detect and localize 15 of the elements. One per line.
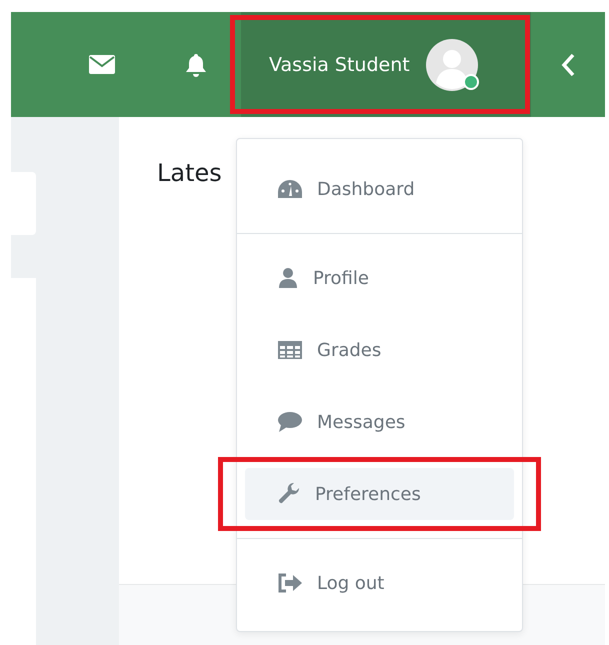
chevron-left-icon bbox=[561, 52, 575, 76]
user-icon bbox=[277, 267, 299, 289]
wrench-icon bbox=[277, 482, 301, 506]
gauge-icon bbox=[277, 179, 303, 199]
logout-icon bbox=[277, 573, 303, 593]
avatar-icon bbox=[426, 38, 478, 90]
speech-bubble-icon bbox=[277, 411, 303, 433]
menu-item[interactable]: Dashboard bbox=[245, 163, 514, 215]
table-icon bbox=[277, 340, 303, 360]
menu-item[interactable]: Grades bbox=[245, 324, 514, 376]
section-heading: Lates bbox=[157, 159, 222, 187]
menu-item[interactable]: Messages bbox=[245, 396, 514, 448]
menu-item[interactable]: Log out bbox=[245, 557, 514, 609]
menu-item[interactable]: Profile bbox=[245, 252, 514, 304]
menu-item[interactable]: Preferences bbox=[245, 468, 514, 520]
